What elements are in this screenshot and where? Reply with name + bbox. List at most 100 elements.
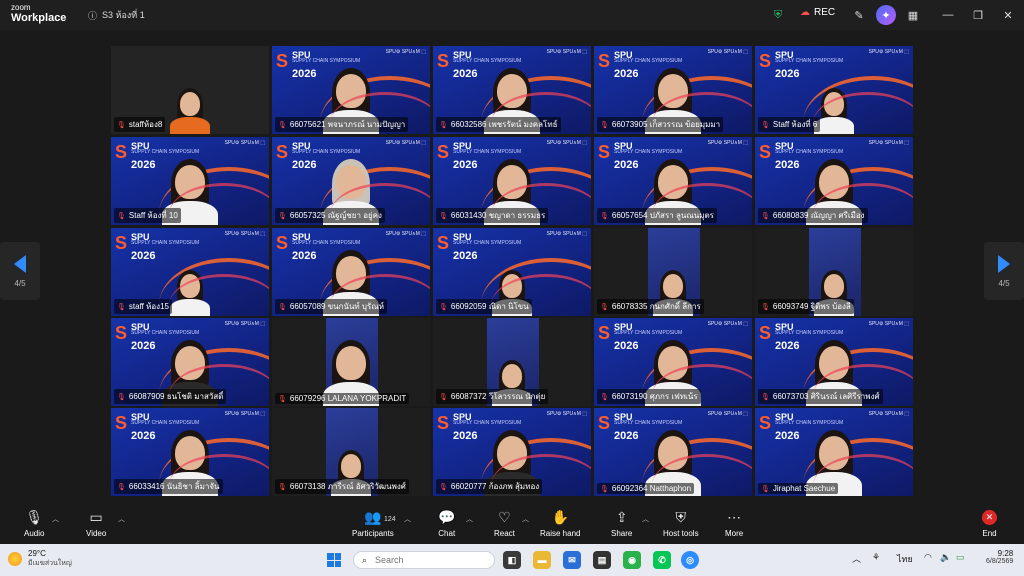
annotate-icon[interactable]: ✎ (851, 7, 867, 23)
audio-options-caret[interactable]: ︿ (52, 514, 59, 524)
spu-logo-icon: S (115, 323, 128, 343)
participant-tile[interactable]: S SPU SUPPLY CHAIN SYMPOSIUM 2026 SPU⚙ SPU∧M… (594, 318, 752, 406)
banner-sponsors: SPU⚙ SPU∧M ⬚ (224, 411, 265, 417)
banner-sponsors: SPU⚙ SPU∧M ⬚ (868, 49, 909, 55)
raise-hand-button[interactable]: ✋ Raise hand (540, 508, 580, 538)
spu-logo-icon: S (759, 323, 772, 343)
participant-tile[interactable]: S SPU SUPPLY CHAIN SYMPOSIUM 2026 SPU⚙ SPU∧M… (594, 46, 752, 134)
participant-tile[interactable]: S SPU SUPPLY CHAIN SYMPOSIUM 2026 SPU⚙ SPU∧M… (272, 137, 430, 225)
participant-name: 66073905 เก็สวรรณ ข้อยมุมมา (611, 120, 721, 129)
chat-button[interactable]: 💬 Chat (438, 508, 455, 538)
spu-logo-icon: S (437, 413, 450, 433)
audio-button[interactable]: 🎙 Audio (24, 508, 44, 538)
participant-video (160, 159, 220, 225)
participant-count: 124 (384, 516, 396, 523)
participant-tile[interactable]: S SPU SUPPLY CHAIN SYMPOSIUM 2026 SPU⚙ SPU∧M… (111, 137, 269, 225)
host-tools-label: Host tools (663, 529, 699, 538)
participant-video (804, 340, 864, 406)
meeting-info[interactable]: ⓘ S3 ห้องที่ 1 (88, 8, 145, 22)
mail-app-icon[interactable]: ✉ (563, 551, 581, 569)
chrome-icon[interactable]: ◉ (623, 551, 641, 569)
minimize-icon[interactable]: — (940, 7, 956, 23)
battery-icon[interactable]: ▭ (956, 552, 965, 563)
react-options-caret[interactable]: ︿ (522, 514, 529, 524)
participant-tile[interactable]: 🎙 staffห้อง8 (111, 46, 269, 134)
zoom-app-icon[interactable]: ◎ (681, 551, 699, 569)
banner-year: 2026 (131, 250, 156, 262)
recording-indicator[interactable]: ☁ REC (800, 7, 835, 18)
participant-name-tag: 🎙 66079296 LALANA YOKPRADIT (275, 393, 410, 404)
zoom-logo: zoom Workplace (11, 3, 66, 24)
banner-sponsors: SPU⚙ SPU∧M ⬚ (546, 411, 587, 417)
participant-tile[interactable]: S SPU SUPPLY CHAIN SYMPOSIUM 2026 SPU⚙ SPU∧M… (433, 408, 591, 496)
file-explorer-icon[interactable]: ▬ (533, 551, 551, 569)
participant-tile[interactable]: S SPU SUPPLY CHAIN SYMPOSIUM 2026 SPU⚙ SPU∧M… (111, 318, 269, 406)
participant-tile[interactable]: S SPU SUPPLY CHAIN SYMPOSIUM 2026 SPU⚙ SPU∧M… (755, 318, 913, 406)
weather-widget[interactable]: 29°C มีเมฆส่วนใหญ่ (8, 549, 72, 569)
banner-year: 2026 (453, 430, 478, 442)
participant-name: Jiraphat Saechue (772, 484, 836, 493)
previous-page-button[interactable]: 4/5 (0, 242, 40, 300)
participant-name-tag: 🎙 66031430 ชญาดา ธรรมธร (436, 208, 549, 223)
banner-sponsors: SPU⚙ SPU∧M ⬚ (546, 231, 587, 237)
participant-name-tag: 🎙 66057325 ณัฐญ์ชยา อยู่คง (275, 208, 385, 223)
video-button[interactable]: ▭ Video (86, 508, 106, 538)
chat-options-caret[interactable]: ︿ (466, 514, 473, 524)
tray-app-icon[interactable]: ⚘ (872, 552, 880, 563)
clock[interactable]: 9:28 6/8/2569 (986, 549, 1013, 565)
line-app-icon[interactable]: ✆ (653, 551, 671, 569)
more-button[interactable]: ⋯ More (725, 508, 743, 538)
task-view-icon[interactable]: ◧ (503, 551, 521, 569)
participants-button[interactable]: 👥 Participants (352, 508, 394, 538)
participants-options-caret[interactable]: ︿ (404, 514, 411, 524)
share-options-caret[interactable]: ︿ (642, 514, 649, 524)
next-page-button[interactable]: 4/5 (984, 242, 1024, 300)
wifi-icon[interactable]: ◠ (924, 552, 932, 563)
participant-tile[interactable]: 🎙 66087372 วีโลวรรณ นักตุ่ย (433, 318, 591, 406)
participant-tile[interactable]: S SPU SUPPLY CHAIN SYMPOSIUM 2026 SPU⚙ SPU∧M… (433, 137, 591, 225)
time: 9:28 (997, 549, 1014, 558)
input-language[interactable]: ไทย (897, 552, 913, 566)
tray-expand-icon[interactable]: ︿ (852, 552, 861, 565)
video-options-caret[interactable]: ︿ (118, 514, 125, 524)
participant-tile[interactable]: 🎙 66079296 LALANA YOKPRADIT (272, 318, 430, 406)
participant-tile[interactable]: 🎙 66078335 กนกศักดิ์ ลีการ (594, 228, 752, 316)
taskbar-search[interactable]: ⌕ (353, 551, 495, 569)
participant-tile[interactable]: S SPU SUPPLY CHAIN SYMPOSIUM 2026 SPU⚙ SPU∧M… (755, 46, 913, 134)
info-icon: ⓘ (88, 10, 98, 21)
participant-name: 66073138 ภารีรณ์ อัศวริวัฒนพงศ์ (289, 482, 406, 491)
participant-tile[interactable]: S SPU SUPPLY CHAIN SYMPOSIUM 2026 SPU⚙ SPU∧M… (433, 46, 591, 134)
end-button[interactable]: ✕ End (982, 508, 997, 538)
participant-tile[interactable]: S SPU SUPPLY CHAIN SYMPOSIUM 2026 SPU⚙ SPU∧M… (433, 228, 591, 316)
participant-tile[interactable]: S SPU SUPPLY CHAIN SYMPOSIUM 2026 SPU⚙ SPU∧M… (594, 408, 752, 496)
participant-name-tag: 🎙 66073138 ภารีรณ์ อัศวริวัฒนพงศ์ (275, 479, 409, 494)
volume-icon[interactable]: 🔈 (940, 552, 951, 563)
participant-tile[interactable]: 🎙 66093749 ฐิติพร บ้องลี (755, 228, 913, 316)
ai-companion-icon[interactable]: ✦ (876, 5, 896, 25)
react-button[interactable]: ♡ React (494, 508, 515, 538)
participant-name: staffห้อง8 (128, 120, 163, 129)
participant-tile[interactable]: 🎙 66073138 ภารีรณ์ อัศวริวัฒนพงศ์ (272, 408, 430, 496)
participant-tile[interactable]: S SPU SUPPLY CHAIN SYMPOSIUM 2026 SPU⚙ SPU∧M… (272, 228, 430, 316)
participant-tile[interactable]: S SPU SUPPLY CHAIN SYMPOSIUM 2026 SPU⚙ SPU∧M… (111, 228, 269, 316)
page-indicator: 4/5 (998, 278, 1010, 288)
participant-tile[interactable]: S SPU SUPPLY CHAIN SYMPOSIUM 2026 SPU⚙ SPU∧M… (111, 408, 269, 496)
shield-icon[interactable]: ⛨ (770, 7, 786, 23)
participant-tile[interactable]: S SPU SUPPLY CHAIN SYMPOSIUM 2026 SPU⚙ SPU∧M… (755, 408, 913, 496)
windows-start-icon[interactable] (327, 553, 341, 567)
share-button[interactable]: ⇪ Share (611, 508, 632, 538)
restore-icon[interactable]: ❐ (970, 7, 986, 23)
host-tools-button[interactable]: ⛨ Host tools (663, 508, 699, 538)
participant-name: Staff ห้องที่ 6 (772, 120, 818, 129)
participant-tile[interactable]: S SPU SUPPLY CHAIN SYMPOSIUM 2026 SPU⚙ SPU∧M… (755, 137, 913, 225)
participant-tile[interactable]: S SPU SUPPLY CHAIN SYMPOSIUM 2026 SPU⚙ SPU∧M… (272, 46, 430, 134)
muted-mic-icon: 🎙 (600, 303, 609, 311)
close-icon[interactable]: ✕ (1000, 7, 1016, 23)
search-input[interactable] (373, 554, 478, 566)
microphone-icon: 🎙 (25, 509, 44, 525)
apps-grid-icon[interactable]: ▦ (905, 7, 921, 23)
participant-name-tag: 🎙 66020777 ก้องภพ สุ้มทอง (436, 479, 543, 494)
store-app-icon[interactable]: ▤ (593, 551, 611, 569)
participant-tile[interactable]: S SPU SUPPLY CHAIN SYMPOSIUM 2026 SPU⚙ SPU∧M… (594, 137, 752, 225)
participant-name: 66075621 พจนาภรณ์ นามปัญญา (289, 120, 406, 129)
